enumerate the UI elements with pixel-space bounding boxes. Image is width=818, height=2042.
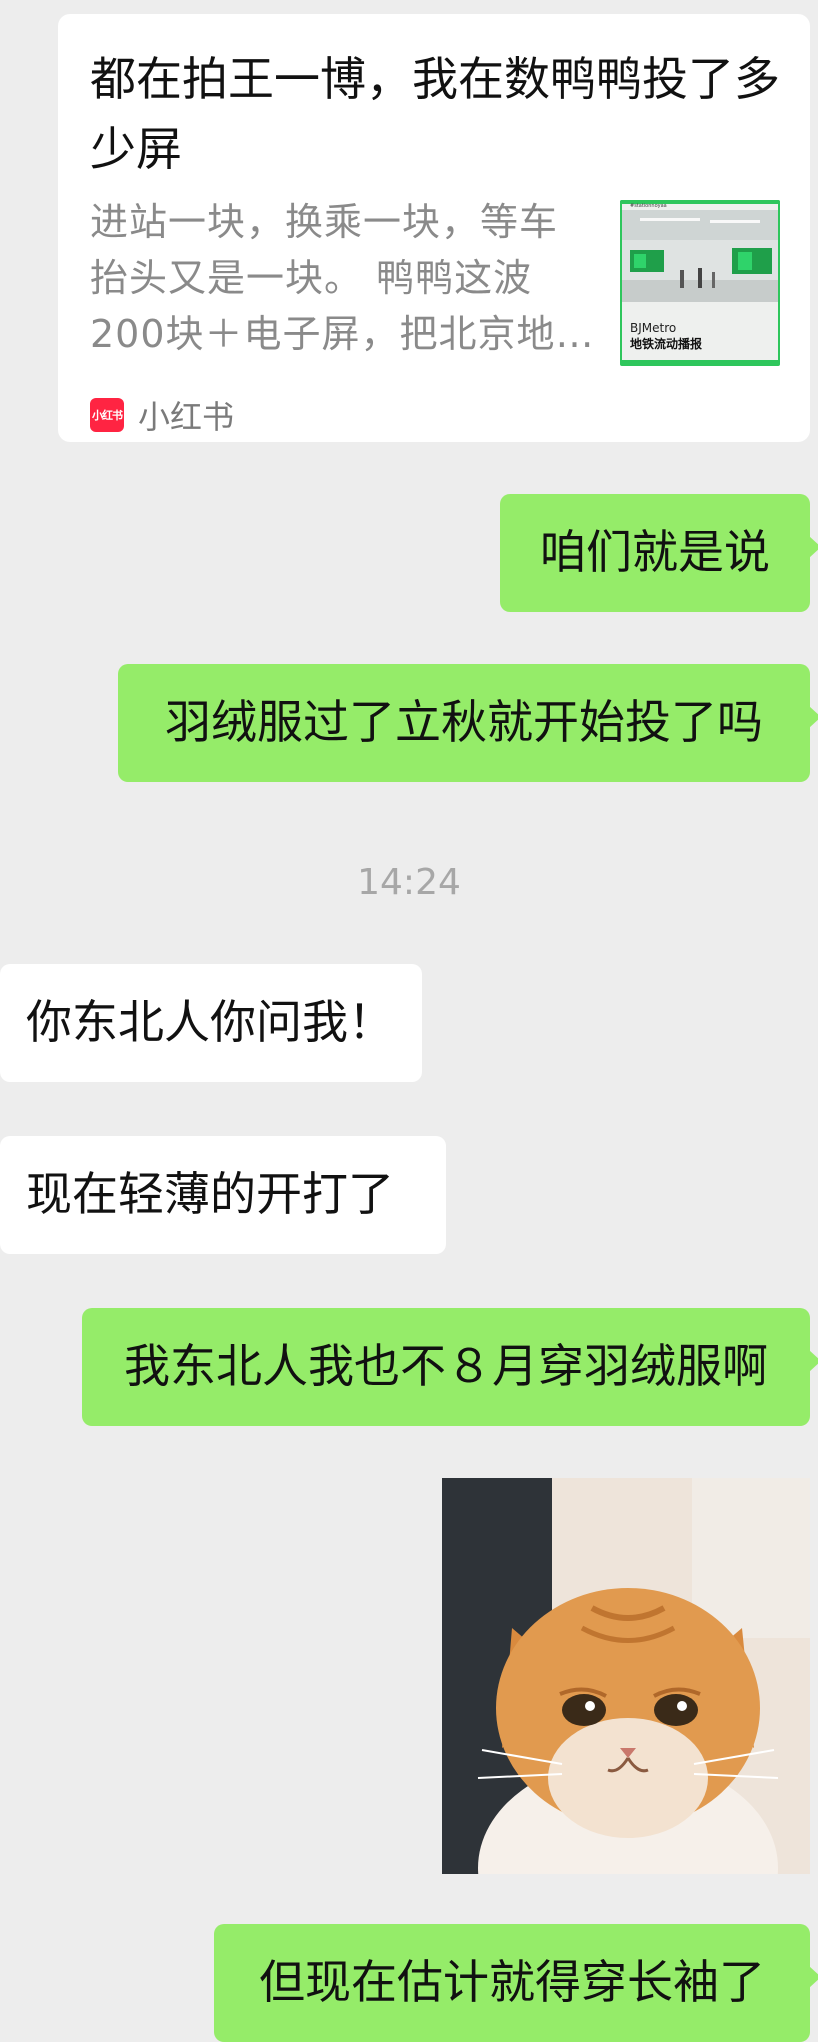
sent-message-bubble[interactable]: 但现在估计就得穿长袖了 xyxy=(214,1924,818,2042)
link-card-description-line: 抬头又是一块。 鸭鸭这波 xyxy=(90,256,533,300)
message-text: 你东北人你问我！ xyxy=(26,995,394,1050)
crying-cat-sticker-icon xyxy=(442,1478,810,1874)
thumbnail-caption: #stationnoyaa xyxy=(630,203,667,209)
message-text: 羽绒服过了立秋就开始投了吗 xyxy=(165,695,763,750)
link-card-source: 小红书 小红书 xyxy=(90,392,234,438)
xiaohongshu-logo-icon: 小红书 xyxy=(90,398,124,432)
message-text: 咱们就是说 xyxy=(540,525,770,580)
message-text: 现在轻薄的开打了 xyxy=(26,1167,394,1222)
shared-link-card[interactable]: 都在拍王一博，我在数鸭鸭投了多少屏 进站一块，换乘一块，等车 抬头又是一块。 鸭… xyxy=(58,14,810,442)
message-text: 我东北人我也不８月穿羽绒服啊 xyxy=(124,1339,768,1394)
received-message-bubble[interactable]: 现在轻薄的开打了 xyxy=(0,1136,446,1254)
metro-station-image: #stationnoyaa BJMetro 地铁流动播报 xyxy=(620,200,780,366)
thumbnail-subtitle: 地铁流动播报 xyxy=(630,336,702,351)
link-card-source-name: 小红书 xyxy=(138,398,235,436)
sent-message-bubble[interactable]: 我东北人我也不８月穿羽绒服啊 xyxy=(82,1308,818,1426)
received-message-bubble[interactable]: 你东北人你问我！ xyxy=(0,964,422,1082)
link-card-description-line: 200块＋电子屏，把北京地… xyxy=(90,312,595,356)
sent-message-bubble[interactable]: 羽绒服过了立秋就开始投了吗 xyxy=(118,664,818,782)
cat-sticker-image[interactable] xyxy=(442,1478,810,1874)
chat-timestamp: 14:24 xyxy=(357,862,461,903)
link-card-title: 都在拍王一博，我在数鸭鸭投了多少屏 xyxy=(90,52,780,176)
message-text: 但现在估计就得穿长袖了 xyxy=(259,1955,765,2010)
sent-message-bubble[interactable]: 咱们就是说 xyxy=(500,494,818,612)
thumbnail-brand: BJMetro xyxy=(630,321,676,335)
link-card-thumbnail: #stationnoyaa BJMetro 地铁流动播报 xyxy=(620,200,780,366)
link-card-description: 进站一块，换乘一块，等车 抬头又是一块。 鸭鸭这波 200块＋电子屏，把北京地… xyxy=(90,194,610,362)
link-card-description-line: 进站一块，换乘一块，等车 xyxy=(90,200,559,244)
